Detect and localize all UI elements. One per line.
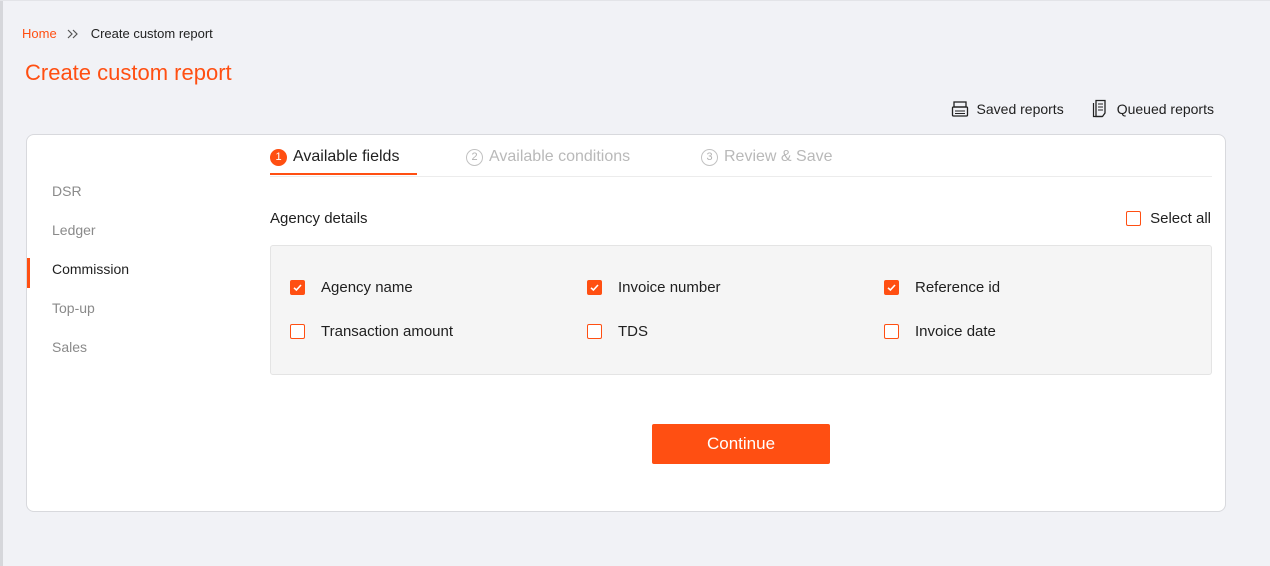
queued-reports-label: Queued reports — [1116, 100, 1214, 117]
step-number-badge: 1 — [270, 148, 287, 166]
sidebar-item-sales[interactable]: Sales — [27, 328, 237, 367]
field-label: TDS — [618, 323, 648, 340]
tab-review-save[interactable]: 3 Review & Save — [701, 148, 833, 166]
checkmark-icon — [887, 284, 896, 292]
breadcrumb: Home Create custom report — [22, 26, 213, 41]
sidebar-item-ledger[interactable]: Ledger — [27, 211, 237, 250]
field-label: Agency name — [321, 279, 413, 296]
checkbox-box — [1126, 211, 1142, 226]
field-label: Invoice date — [915, 323, 996, 340]
sidebar-item-commission[interactable]: Commission — [27, 250, 237, 289]
tab-available-fields[interactable]: 1 Available fields — [270, 148, 399, 166]
breadcrumb-current: Create custom report — [90, 26, 213, 41]
checkmark-icon — [293, 284, 302, 292]
field-label: Reference id — [915, 279, 1001, 296]
checkbox-checked — [587, 280, 602, 295]
double-chevron-right-icon — [63, 28, 85, 40]
checkbox-unchecked — [290, 324, 305, 339]
active-tab-indicator — [270, 173, 417, 175]
step-number-badge: 3 — [701, 148, 718, 166]
field-reference-id[interactable]: Reference id — [884, 279, 1000, 296]
printer-tray-icon — [951, 100, 969, 118]
continue-button[interactable]: Continue — [652, 424, 830, 464]
field-label: Invoice number — [618, 279, 721, 296]
field-label: Transaction amount — [321, 323, 454, 340]
queued-reports-button[interactable]: Queued reports — [1092, 99, 1214, 118]
checkbox-checked — [290, 280, 305, 295]
section-title: Agency details — [270, 210, 368, 227]
window-left-edge — [0, 0, 3, 566]
header-actions: Saved reports Queued reports — [951, 99, 1214, 118]
document-list-icon — [1092, 99, 1109, 118]
sidebar-item-dsr[interactable]: DSR — [27, 172, 237, 211]
report-builder-card: DSR Ledger Commission Top-up Sales 1 Ava… — [26, 134, 1226, 512]
tab-label: Available fields — [293, 148, 400, 165]
field-invoice-number[interactable]: Invoice number — [587, 279, 721, 296]
step-number-badge: 2 — [466, 148, 483, 166]
field-transaction-amount[interactable]: Transaction amount — [290, 323, 453, 340]
window-top-edge — [0, 0, 1270, 1]
checkbox-unchecked — [884, 324, 899, 339]
checkmark-icon — [590, 284, 599, 292]
tab-available-conditions[interactable]: 2 Available conditions — [466, 148, 630, 166]
sidebar-item-top-up[interactable]: Top-up — [27, 289, 237, 328]
field-invoice-date[interactable]: Invoice date — [884, 323, 996, 340]
breadcrumb-home-link[interactable]: Home — [22, 26, 57, 41]
tab-label: Review & Save — [724, 148, 833, 165]
report-type-sidebar: DSR Ledger Commission Top-up Sales — [27, 172, 237, 367]
tab-label: Available conditions — [489, 148, 631, 165]
fields-panel: Agency name Invoice number Reference id … — [270, 245, 1212, 375]
select-all-checkbox[interactable]: Select all — [1126, 210, 1211, 227]
checkbox-checked — [884, 280, 899, 295]
page-title: Create custom report — [25, 60, 232, 85]
checkbox-unchecked — [587, 324, 602, 339]
step-tabs: 1 Available fields 2 Available condition… — [270, 135, 1212, 177]
select-all-label: Select all — [1150, 210, 1211, 227]
field-tds[interactable]: TDS — [587, 323, 648, 340]
field-agency-name[interactable]: Agency name — [290, 279, 413, 296]
saved-reports-label: Saved reports — [976, 100, 1064, 117]
saved-reports-button[interactable]: Saved reports — [951, 99, 1064, 118]
